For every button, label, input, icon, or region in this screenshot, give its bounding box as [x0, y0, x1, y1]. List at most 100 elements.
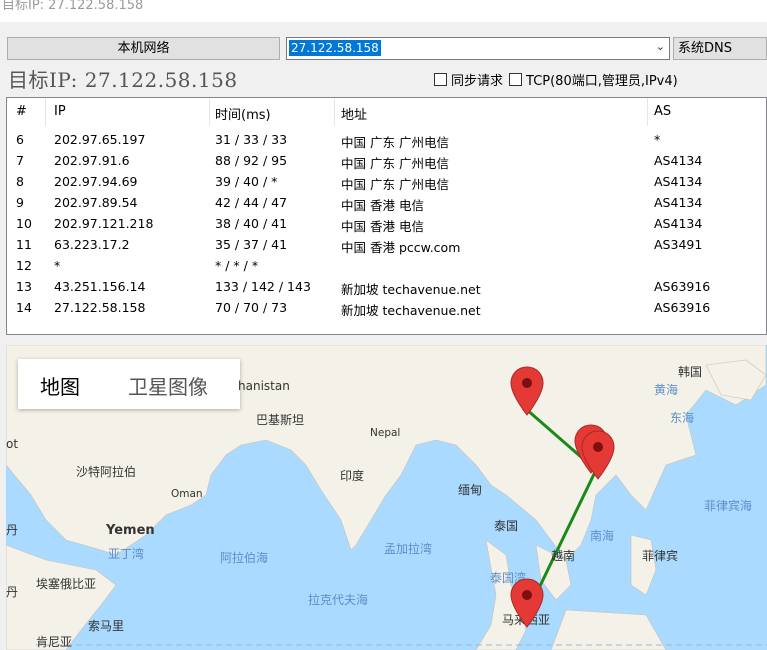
- cell-addr: 中国 香港 电信: [341, 219, 424, 234]
- label-yellow-sea: 黄海: [654, 383, 679, 397]
- cell-num: 12: [16, 258, 32, 273]
- cell-num: 14: [16, 300, 32, 315]
- cell-addr: 中国 广东 广州电信: [341, 156, 449, 171]
- cell-as: *: [654, 132, 661, 147]
- trace-table[interactable]: # IP 时间(ms) 地址 AS 6 202.97.65.197 31 / 33 …: [6, 97, 767, 335]
- cell-ip: 202.97.121.218: [54, 216, 154, 231]
- cell-as: AS4134: [654, 195, 703, 210]
- label-kenya: 肯尼亚: [36, 635, 73, 649]
- label-thailand: 泰国: [494, 519, 519, 533]
- label-philippine-sea: 菲律宾海: [704, 499, 753, 513]
- cell-as: AS3491: [654, 237, 703, 252]
- col-header-num[interactable]: #: [16, 104, 27, 119]
- cell-num: 13: [16, 279, 32, 294]
- cell-ip: 202.97.91.6: [54, 153, 130, 168]
- label-arabian-sea: 阿拉伯海: [220, 551, 269, 565]
- table-row[interactable]: 6 202.97.65.197 31 / 33 / 33 中国 广东 广州电信 *: [7, 130, 766, 151]
- cell-ip: 202.97.65.197: [54, 132, 146, 147]
- table-row[interactable]: 9 202.97.89.54 42 / 44 / 47 中国 香港 电信 AS4134: [7, 193, 766, 214]
- label-myanmar: 缅甸: [458, 483, 483, 497]
- label-edge-dan-1: 丹: [6, 523, 19, 537]
- cell-num: 8: [16, 174, 24, 189]
- map-pin-icon[interactable]: [509, 577, 545, 629]
- cell-time: 31 / 33 / 33: [215, 132, 288, 147]
- label-gulf-aden: 亚丁湾: [108, 547, 145, 561]
- label-ethiopia: 埃塞俄比亚: [36, 577, 97, 591]
- sync-request-option[interactable]: 同步请求: [434, 70, 503, 89]
- cell-addr: 中国 香港 电信: [341, 198, 424, 213]
- cell-addr: 中国 广东 广州电信: [341, 135, 449, 150]
- cell-as: AS63916: [654, 279, 711, 294]
- cell-as: AS4134: [654, 174, 703, 189]
- label-vietnam: 越南: [551, 549, 576, 563]
- cell-as: AS4134: [654, 153, 703, 168]
- cell-num: 10: [16, 216, 32, 231]
- cell-num: 11: [16, 237, 32, 252]
- cell-time: 70 / 70 / 73: [215, 300, 288, 315]
- cell-ip: *: [54, 258, 61, 273]
- cell-time: 88 / 92 / 95: [215, 153, 288, 168]
- sync-request-checkbox[interactable]: [434, 73, 447, 86]
- cell-num: 7: [16, 153, 24, 168]
- tcp-label: TCP(80端口,管理员,IPv4): [526, 74, 678, 89]
- table-row[interactable]: 13 43.251.156.14 133 / 142 / 143 新加坡 techav…: [7, 277, 766, 298]
- sync-request-label: 同步请求: [451, 74, 504, 89]
- label-east-sea: 东海: [670, 411, 695, 425]
- cell-time: 35 / 37 / 41: [215, 237, 288, 252]
- table-row[interactable]: 7 202.97.91.6 88 / 92 / 95 中国 广东 广州电信 AS4134: [7, 151, 766, 172]
- label-philippines: 菲律宾: [642, 549, 679, 563]
- label-korea: 韩国: [678, 365, 703, 379]
- map-pin-icon[interactable]: [580, 429, 616, 481]
- cell-time: * / * / *: [215, 258, 259, 273]
- label-edge-ot: ot: [6, 437, 19, 451]
- label-laccadive: 拉克代夫海: [308, 593, 369, 607]
- tcp-checkbox[interactable]: [509, 73, 523, 86]
- cell-addr: 中国 香港 pccw.com: [341, 240, 461, 255]
- cell-ip: 202.97.94.69: [54, 174, 138, 189]
- label-afghanistan: hanistan: [238, 379, 290, 393]
- cell-time: 42 / 44 / 47: [215, 195, 288, 210]
- tcp-option[interactable]: TCP(80端口,管理员,IPv4): [509, 70, 678, 89]
- col-header-as[interactable]: AS: [654, 104, 671, 119]
- label-south-sea: 南海: [590, 529, 615, 543]
- window-titlebar: 目标IP: 27.122.58.158: [0, 0, 767, 22]
- map-type-tabs: 地图 卫星图像: [18, 359, 240, 409]
- dns-select-button[interactable]: 系统DNS: [673, 37, 767, 60]
- chevron-down-icon[interactable]: ⌄: [656, 40, 665, 53]
- table-row[interactable]: 11 63.223.17.2 35 / 37 / 41 中国 香港 pccw.com A…: [7, 235, 766, 256]
- table-row[interactable]: 10 202.97.121.218 38 / 40 / 41 中国 香港 电信 AS41…: [7, 214, 766, 235]
- cell-addr: 中国 广东 广州电信: [341, 177, 449, 192]
- cell-as: AS4134: [654, 216, 703, 231]
- cell-ip: 43.251.156.14: [54, 279, 146, 294]
- cell-ip: 63.223.17.2: [54, 237, 130, 252]
- table-header: # IP 时间(ms) 地址 AS: [7, 98, 766, 126]
- col-header-time[interactable]: 时间(ms): [215, 104, 271, 123]
- col-header-ip[interactable]: IP: [54, 104, 66, 119]
- label-bay-bengal: 孟加拉湾: [384, 542, 433, 556]
- cell-addr: 新加坡 techavenue.net: [341, 303, 481, 318]
- cell-addr: 新加坡 techavenue.net: [341, 282, 481, 297]
- cell-time: 38 / 40 / 41: [215, 216, 288, 231]
- map-pin-icon[interactable]: [509, 365, 545, 417]
- options-bar: 同步请求 TCP(80端口,管理员,IPv4): [434, 70, 684, 89]
- tab-map[interactable]: 地图: [40, 371, 80, 400]
- ip-combobox[interactable]: 27.122.58.158 ⌄: [286, 37, 670, 60]
- col-header-address[interactable]: 地址: [341, 104, 367, 123]
- cell-num: 9: [16, 195, 24, 210]
- table-row[interactable]: 14 27.122.58.158 70 / 70 / 73 新加坡 techavenu…: [7, 298, 766, 319]
- local-network-button[interactable]: 本机网络: [7, 37, 280, 60]
- route-map[interactable]: 地图 卫星图像 hanistan 巴基斯坦 Nepal 印度 缅甸 泰国 越南 …: [6, 345, 767, 650]
- label-edge-dan-2: 丹: [6, 585, 19, 599]
- label-somalia: 索马里: [88, 619, 125, 633]
- label-nepal: Nepal: [370, 427, 401, 439]
- ip-input-value[interactable]: 27.122.58.158: [289, 40, 381, 56]
- cell-time: 39 / 40 / *: [215, 174, 278, 189]
- table-row[interactable]: 12 * * / * / *: [7, 256, 766, 277]
- target-ip-heading: 目标IP: 27.122.58.158: [8, 68, 238, 92]
- window-title: 目标IP: 27.122.58.158: [2, 0, 144, 13]
- tab-satellite[interactable]: 卫星图像: [128, 371, 208, 400]
- cell-num: 6: [16, 132, 24, 147]
- label-oman: Oman: [171, 488, 203, 500]
- cell-ip: 27.122.58.158: [54, 300, 146, 315]
- table-row[interactable]: 8 202.97.94.69 39 / 40 / * 中国 广东 广州电信 AS4134: [7, 172, 766, 193]
